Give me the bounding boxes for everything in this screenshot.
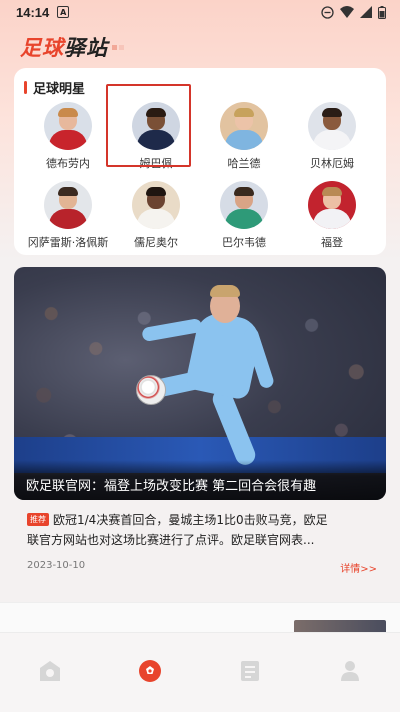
- player-item-de-bruyne[interactable]: 德布劳内: [24, 102, 112, 171]
- player-avatar: [308, 102, 356, 150]
- article-meta: 2023-10-10 详情>>: [27, 560, 377, 575]
- player-item-foden[interactable]: 福登: [288, 181, 376, 250]
- app-logo-title: 足球驿站: [20, 32, 108, 62]
- stars-section-title: 足球明星: [33, 81, 86, 97]
- player-item-haaland[interactable]: 哈兰德: [200, 102, 288, 171]
- status-bar: 14:14 A: [0, 0, 400, 24]
- player-avatar: [220, 181, 268, 229]
- battery-icon: [378, 5, 386, 19]
- news-caption-bar: 欧足联官网：福登上场改变比赛 第二回合会很有趣: [14, 460, 386, 500]
- tab-profile[interactable]: [320, 647, 380, 695]
- recommend-tag: 推荐: [27, 513, 49, 526]
- home-icon: [40, 660, 60, 681]
- news-banner-image[interactable]: 欧足联官网：福登上场改变比赛 第二回合会很有趣: [14, 267, 386, 500]
- article-date: 2023-10-10: [27, 560, 86, 571]
- football-stars-card: 足球明星 德布劳内 姆巴佩 哈兰德 贝林厄姆 冈萨雷斯·洛佩斯 儒尼奥尔 巴尔韦…: [14, 68, 386, 255]
- player-avatar: [132, 181, 180, 229]
- section-accent-bar: [24, 80, 27, 94]
- player-name: 儒尼奥尔: [134, 236, 178, 249]
- player-name: 姆巴佩: [139, 157, 173, 170]
- news-caption: 欧足联官网：福登上场改变比赛 第二回合会很有趣: [26, 478, 317, 494]
- player-name: 贝林厄姆: [310, 157, 354, 170]
- football-ball: [136, 375, 166, 405]
- news-article[interactable]: 推荐 欧冠1/4决赛首回合，曼城主场1比0击败马竞，欧足 联官方网站也对这场比赛进…: [27, 510, 375, 550]
- bottom-tab-bar: [0, 632, 400, 712]
- player-name: 巴尔韦德: [222, 236, 266, 249]
- stars-section-header: 足球明星: [24, 78, 376, 97]
- article-summary-line2: 联官方网站也对这场比赛进行了点评。欧足联官网表...: [27, 533, 315, 547]
- app-header: 足球驿站: [0, 24, 400, 70]
- football-icon: [139, 659, 161, 682]
- player-name: 德布劳内: [46, 157, 90, 170]
- logo-decoration: [112, 44, 124, 50]
- signal-icon: [360, 6, 372, 18]
- player-item-junior[interactable]: 儒尼奥尔: [112, 181, 200, 250]
- wifi-icon: [340, 6, 354, 18]
- player-avatar: [132, 102, 180, 150]
- player-avatar: [44, 181, 92, 229]
- player-item-bellingham[interactable]: 贝林厄姆: [288, 102, 376, 171]
- player-name: 福登: [321, 236, 343, 249]
- status-time: 14:14: [16, 4, 50, 20]
- player-item-valverde[interactable]: 巴尔韦德: [200, 181, 288, 250]
- notification-icon: A: [57, 6, 70, 18]
- app-title-dark: 驿站: [64, 36, 108, 60]
- player-avatar: [220, 102, 268, 150]
- player-name: 哈兰德: [227, 157, 261, 170]
- profile-icon: [341, 660, 359, 681]
- player-avatar: [44, 102, 92, 150]
- player-item-gonzalez-lopez[interactable]: 冈萨雷斯·洛佩斯: [24, 181, 112, 250]
- dnd-icon: [321, 5, 334, 19]
- tab-news[interactable]: [220, 647, 280, 695]
- article-summary-line1: 欧冠1/4决赛首回合，曼城主场1比0击败马竞，欧足: [53, 513, 328, 527]
- details-link[interactable]: 详情>>: [340, 560, 377, 575]
- player-item-mbappe[interactable]: 姆巴佩: [112, 102, 200, 171]
- player-name: 冈萨雷斯·洛佩斯: [27, 236, 109, 249]
- news-icon: [241, 660, 259, 681]
- app-title-red: 足球: [20, 36, 64, 60]
- tab-home[interactable]: [20, 647, 80, 695]
- players-grid: 德布劳内 姆巴佩 哈兰德 贝林厄姆 冈萨雷斯·洛佩斯 儒尼奥尔 巴尔韦德 福登: [24, 102, 376, 250]
- player-avatar: [308, 181, 356, 229]
- tab-football[interactable]: [120, 647, 180, 695]
